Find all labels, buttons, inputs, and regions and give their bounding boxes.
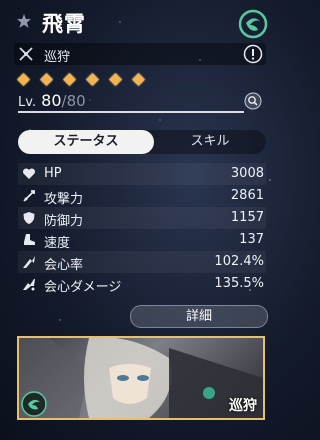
search-icon[interactable] bbox=[244, 92, 262, 110]
stat-label: 攻撃力 bbox=[44, 192, 84, 207]
stat-row-defense: 防御力 1157 bbox=[18, 207, 266, 229]
stat-value: 102.4% bbox=[214, 254, 264, 269]
stat-label: HP bbox=[44, 166, 62, 181]
level-current: 80 bbox=[41, 91, 62, 110]
stat-value: 135.5% bbox=[214, 276, 264, 291]
stat-row-speed: 速度 137 bbox=[18, 229, 266, 251]
level-progress-fill bbox=[18, 111, 244, 113]
wind-element-icon bbox=[238, 9, 268, 39]
path-label: 巡狩 bbox=[44, 50, 71, 65]
rank-diamond bbox=[109, 73, 123, 86]
heart-icon bbox=[22, 168, 36, 179]
crit-dmg-icon bbox=[23, 279, 35, 291]
rank-diamond bbox=[63, 73, 77, 86]
detail-button[interactable]: 詳細 bbox=[130, 305, 268, 328]
stat-row-crit-dmg: 会心ダメージ 135.5% bbox=[18, 273, 266, 295]
stat-label: 会心ダメージ bbox=[44, 280, 122, 295]
character-portrait-card[interactable]: 巡狩 bbox=[17, 336, 265, 420]
character-portrait-image bbox=[19, 338, 263, 418]
stat-label: 速度 bbox=[44, 236, 71, 251]
stat-value: 137 bbox=[239, 232, 264, 247]
tab-status[interactable]: ステータス bbox=[18, 130, 154, 154]
level-max: 80 bbox=[66, 92, 86, 110]
wind-element-badge-icon bbox=[21, 391, 47, 417]
level-prefix: Lv. bbox=[18, 95, 37, 110]
crit-rate-icon bbox=[23, 256, 35, 268]
tab-skill[interactable]: スキル bbox=[154, 130, 266, 154]
rank-diamond bbox=[86, 73, 100, 86]
hunt-path-icon bbox=[19, 47, 33, 61]
rank-diamond bbox=[17, 73, 30, 86]
favorite-star-icon[interactable] bbox=[16, 13, 32, 29]
shield-icon bbox=[23, 212, 35, 224]
rank-diamonds bbox=[17, 69, 152, 86]
level-progress-bar bbox=[18, 111, 244, 113]
level-row: Lv. 80/80 bbox=[18, 91, 268, 113]
rank-diamond bbox=[40, 73, 53, 86]
character-name: 飛霄 bbox=[42, 12, 86, 36]
rank-diamond bbox=[132, 73, 146, 86]
stat-row-crit-rate: 会心率 102.4% bbox=[18, 251, 266, 273]
sword-icon bbox=[23, 190, 35, 202]
stat-row-hp: HP 3008 bbox=[18, 163, 266, 185]
stat-label: 防御力 bbox=[44, 214, 84, 229]
stat-value: 3008 bbox=[230, 166, 264, 181]
stat-value: 2861 bbox=[230, 188, 264, 203]
stat-row-attack: 攻撃力 2861 bbox=[18, 185, 266, 207]
stat-label: 会心率 bbox=[44, 258, 84, 273]
card-path-label: 巡狩 bbox=[229, 398, 257, 414]
tab-bar: ステータス スキル bbox=[18, 130, 266, 154]
boot-icon bbox=[24, 234, 35, 245]
stat-value: 1157 bbox=[230, 210, 264, 225]
info-icon[interactable] bbox=[243, 44, 263, 64]
stats-list: HP 3008 攻撃力 2861 防御力 1157 速度 137 会心率 102… bbox=[18, 163, 266, 295]
path-row: 巡狩 bbox=[14, 43, 266, 65]
